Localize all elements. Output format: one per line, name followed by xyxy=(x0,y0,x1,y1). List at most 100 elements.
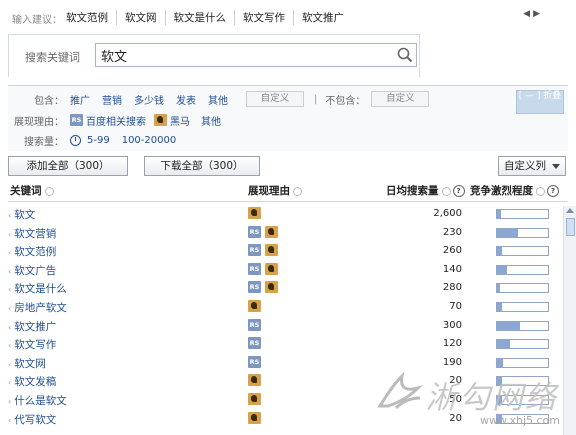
keyword-text: 软文广告 xyxy=(14,264,57,277)
chevron-down-icon xyxy=(552,163,560,169)
add-arrow-icon[interactable]: ‹ xyxy=(8,323,11,332)
exclude-label: 不包含： xyxy=(325,95,366,107)
header-keyword[interactable]: 关键词 xyxy=(10,181,54,201)
add-arrow-icon[interactable]: ‹ xyxy=(8,248,11,257)
suggestion-link[interactable]: 软文范例 xyxy=(66,10,117,25)
suggestion-link[interactable]: 软文网 xyxy=(117,10,166,25)
volume-range[interactable]: 5-99 xyxy=(87,135,110,146)
horse-icon xyxy=(248,374,261,387)
keyword-text: 什么是软文 xyxy=(14,394,67,407)
download-all-button[interactable]: 下载全部（300） xyxy=(144,156,260,176)
suggestion-links: 软文范例 软文网 软文是什么 软文写作 软文推广 xyxy=(66,10,352,25)
add-arrow-icon[interactable]: ‹ xyxy=(8,230,11,239)
reason-cell xyxy=(248,299,261,312)
include-term[interactable]: 营销 xyxy=(102,92,122,107)
scroll-thumb[interactable] xyxy=(566,218,575,236)
horse-icon xyxy=(248,411,261,424)
help-icon[interactable]: ? xyxy=(452,185,465,197)
triangle-left-icon[interactable]: ◀ xyxy=(523,9,530,19)
help-icon[interactable]: ? xyxy=(547,185,559,197)
reason-cell: RS xyxy=(248,318,261,331)
rs-badge-icon: RS xyxy=(248,337,261,350)
reason-filter-dark-horse[interactable]: 黑马 xyxy=(154,113,190,128)
table-row: ‹ 软文 2,600 xyxy=(8,205,564,224)
keyword-link[interactable]: ‹ 房地产软文 xyxy=(8,300,67,315)
reason-cell: RS xyxy=(248,262,278,275)
add-arrow-icon[interactable]: ‹ xyxy=(8,378,11,387)
include-term[interactable]: 多少钱 xyxy=(134,92,164,107)
table-row: ‹ 软文写作 RS 120 xyxy=(8,335,564,354)
keyword-link[interactable]: ‹ 软文广告 xyxy=(8,263,56,278)
add-arrow-icon[interactable]: ‹ xyxy=(8,360,11,369)
include-term[interactable]: 其他 xyxy=(208,92,228,107)
exclude-custom-button[interactable]: 自定义 xyxy=(371,91,430,107)
keyword-text: 代写软文 xyxy=(14,413,57,426)
keyword-link[interactable]: ‹ 软文网 xyxy=(8,356,46,371)
scroll-up-icon[interactable] xyxy=(566,208,574,213)
keyword-link[interactable]: ‹ 代写软文 xyxy=(8,412,56,427)
competition-fill xyxy=(497,340,510,349)
suggestion-link[interactable]: 软文是什么 xyxy=(166,10,235,25)
volume-value: 230 xyxy=(442,226,462,238)
suggestion-bar: 输入建议： 软文范例 软文网 软文是什么 软文写作 软文推广 ◀ ▶ xyxy=(0,0,576,34)
header-volume[interactable]: 日均搜索量? xyxy=(386,181,465,201)
competition-bar xyxy=(496,339,549,350)
header-competition[interactable]: 竞争激烈程度? xyxy=(470,181,559,201)
keyword-text: 软文是什么 xyxy=(14,283,67,296)
table-row: ‹ 软文范例 RS 260 xyxy=(8,242,564,261)
competition-fill xyxy=(497,228,519,237)
keyword-link[interactable]: ‹ 软文是什么 xyxy=(8,281,67,296)
include-term[interactable]: 发表 xyxy=(176,92,196,107)
keyword-link[interactable]: ‹ 软文推广 xyxy=(8,319,56,334)
add-arrow-icon[interactable]: ‹ xyxy=(8,285,11,294)
suggestion-link[interactable]: 软文推广 xyxy=(294,10,352,25)
volume-range[interactable]: 100-20000 xyxy=(122,135,177,146)
reason-filter-related-search[interactable]: RS 百度相关搜索 xyxy=(70,113,146,128)
include-custom-button[interactable]: 自定义 xyxy=(246,91,304,107)
keyword-link[interactable]: ‹ 软文范例 xyxy=(8,244,56,259)
suggestion-prefix: 输入建议： xyxy=(12,15,62,26)
search-panel: 搜索关键词 xyxy=(8,34,420,77)
reason-cell xyxy=(248,207,261,219)
volume-filter-label: 搜索量： xyxy=(24,136,64,148)
keyword-link[interactable]: ‹ 软文 xyxy=(8,207,35,222)
horse-icon xyxy=(248,299,261,312)
keyword-link[interactable]: ‹ 软文写作 xyxy=(8,337,56,352)
sort-icon xyxy=(536,186,545,196)
horse-icon xyxy=(265,262,278,275)
sort-icon xyxy=(441,186,451,196)
table-row: ‹ 软文广告 RS 140 xyxy=(8,261,564,280)
keyword-link[interactable]: ‹ 什么是软文 xyxy=(8,393,67,408)
search-input[interactable] xyxy=(95,43,417,67)
keyword-link[interactable]: ‹ 软文营销 xyxy=(8,226,56,241)
header-reason[interactable]: 展现理由 xyxy=(248,181,302,201)
clock-icon xyxy=(70,134,81,146)
search-label: 搜索关键词 xyxy=(25,51,80,64)
add-arrow-icon[interactable]: ‹ xyxy=(8,416,11,425)
add-arrow-icon[interactable]: ‹ xyxy=(8,304,11,313)
competition-bar xyxy=(496,283,549,294)
add-arrow-icon[interactable]: ‹ xyxy=(8,267,11,276)
add-all-button[interactable]: 添加全部（300） xyxy=(8,156,128,176)
volume-row: 搜索量： 5-99 100-20000 xyxy=(8,131,568,149)
custom-columns-button[interactable]: 自定义列 xyxy=(498,156,566,176)
include-label: 包含： xyxy=(34,95,64,107)
reason-filter-text: 其他 xyxy=(201,116,221,128)
reason-filter-text: 黑马 xyxy=(170,116,190,128)
include-term[interactable]: 推广 xyxy=(70,92,90,107)
reason-cell: RS xyxy=(248,244,278,257)
volume-value: 280 xyxy=(442,282,462,294)
filter-panel: 包含： 推广 营销 多少钱 发表 其他 自定义 | 不包含： 自定义 [ — ]… xyxy=(8,85,568,151)
horse-icon xyxy=(248,207,261,219)
add-arrow-icon[interactable]: ‹ xyxy=(8,211,11,220)
triangle-right-icon[interactable]: ▶ xyxy=(533,9,540,19)
reason-filter-other[interactable]: 其他 xyxy=(198,113,221,128)
rs-badge-icon: RS xyxy=(248,225,261,238)
add-arrow-icon[interactable]: ‹ xyxy=(8,341,11,350)
add-arrow-icon[interactable]: ‹ xyxy=(8,397,11,406)
rs-badge-icon: RS xyxy=(70,114,83,126)
keyword-link[interactable]: ‹ 软文发稿 xyxy=(8,374,56,389)
suggestion-link[interactable]: 软文写作 xyxy=(235,10,294,25)
search-icon[interactable] xyxy=(397,47,413,63)
volume-value: 260 xyxy=(442,245,462,257)
